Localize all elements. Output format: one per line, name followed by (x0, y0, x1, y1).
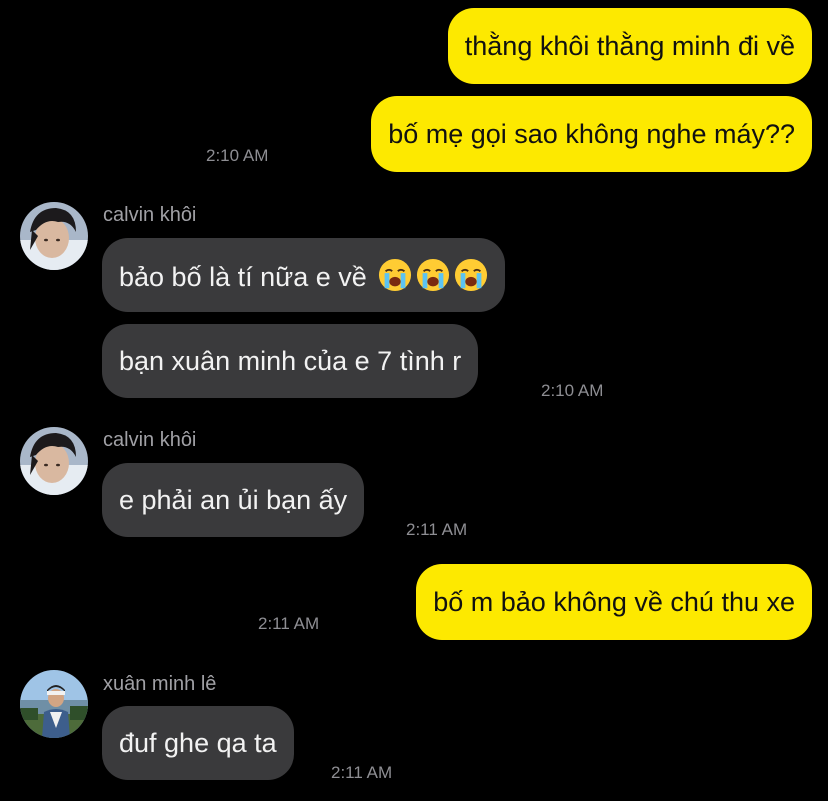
message-bubble-outgoing[interactable]: thằng khôi thằng minh đi về (447, 8, 812, 84)
message-bubble-outgoing[interactable]: bố m bảo không về chú thu xe (416, 564, 812, 640)
avatar-calvin-khoi[interactable] (20, 202, 88, 270)
message-text: bảo bố là tí nữa e về (119, 262, 367, 292)
loudly-crying-face-icon (417, 258, 450, 292)
avatar-image (20, 427, 88, 495)
message-timestamp: 2:10 AM (541, 381, 604, 400)
message-timestamp: 2:11 AM (331, 763, 393, 782)
sender-name: xuân minh lê (103, 673, 217, 695)
avatar-xuan-minh-le[interactable] (20, 670, 88, 738)
loudly-crying-face-icon (379, 258, 412, 292)
avatar-image (20, 670, 88, 738)
message-timestamp: 2:10 AM (206, 146, 269, 165)
sender-name: calvin khôi (103, 429, 197, 451)
message-bubble-incoming[interactable]: đuf ghe qa ta (102, 706, 294, 780)
message-text: e phải an ủi bạn ấy (119, 485, 348, 515)
message-bubble-incoming[interactable]: bạn xuân minh của e 7 tình r (102, 324, 479, 398)
message-timestamp: 2:11 AM (258, 614, 320, 633)
message-timestamp: 2:11 AM (406, 520, 468, 539)
message-text: bạn xuân minh của e 7 tình r (119, 346, 462, 376)
avatar-calvin-khoi[interactable] (20, 427, 88, 495)
message-text: đuf ghe qa ta (119, 728, 277, 758)
message-bubble-outgoing[interactable]: bố mẹ gọi sao không nghe máy?? (371, 96, 812, 172)
message-text: bố mẹ gọi sao không nghe máy?? (388, 119, 795, 149)
sender-name: calvin khôi (103, 204, 197, 226)
avatar-image (20, 202, 88, 270)
message-bubble-incoming[interactable]: e phải an ủi bạn ấy (102, 463, 365, 537)
message-text: bố m bảo không về chú thu xe (433, 587, 795, 617)
loudly-crying-face-icon (455, 258, 488, 292)
message-bubble-incoming[interactable]: bảo bố là tí nữa e về (102, 238, 506, 312)
message-text: thằng khôi thằng minh đi về (464, 31, 795, 61)
